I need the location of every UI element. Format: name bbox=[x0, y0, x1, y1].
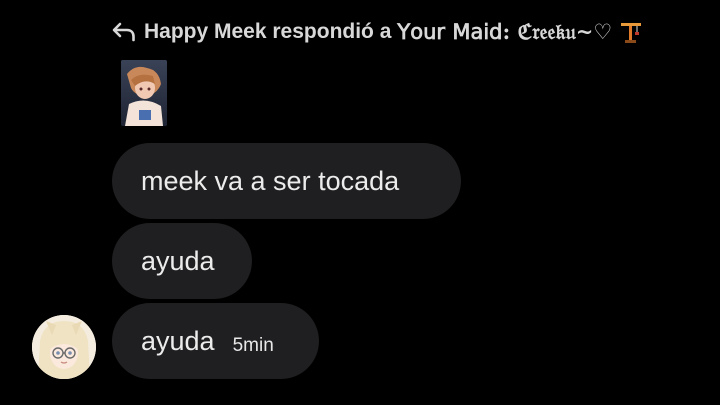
quoted-image-thumbnail[interactable] bbox=[121, 60, 167, 126]
reply-arrow-icon bbox=[112, 20, 136, 44]
avatar[interactable] bbox=[32, 315, 96, 379]
message-text: meek va a ser tocada bbox=[141, 165, 400, 196]
message-text: ayuda bbox=[141, 245, 215, 276]
message-bubble[interactable]: meek va a ser tocada bbox=[112, 143, 461, 219]
reply-label: Happy Meek respondió a bbox=[144, 20, 392, 43]
message-timestamp: 5min bbox=[232, 335, 274, 356]
message-bubble[interactable]: ayuda 5min bbox=[112, 303, 319, 379]
message-text: ayuda bbox=[141, 325, 215, 356]
chat-screen: Happy Meek respondió a 𝖸𝗈𝗎𝗋 𝖬𝖺𝗂𝖽: ℭ𝔯𝔢𝔢𝔨𝔲… bbox=[0, 0, 720, 405]
message-bubble[interactable]: ayuda bbox=[112, 223, 252, 299]
reply-target-name[interactable]: 𝖸𝗈𝗎𝗋 𝖬𝖺𝗂𝖽: ℭ𝔯𝔢𝔢𝔨𝔲~♡ bbox=[397, 19, 612, 45]
crane-icon bbox=[618, 20, 644, 44]
reply-header[interactable]: Happy Meek respondió a 𝖸𝗈𝗎𝗋 𝖬𝖺𝗂𝖽: ℭ𝔯𝔢𝔢𝔨𝔲… bbox=[112, 16, 644, 48]
